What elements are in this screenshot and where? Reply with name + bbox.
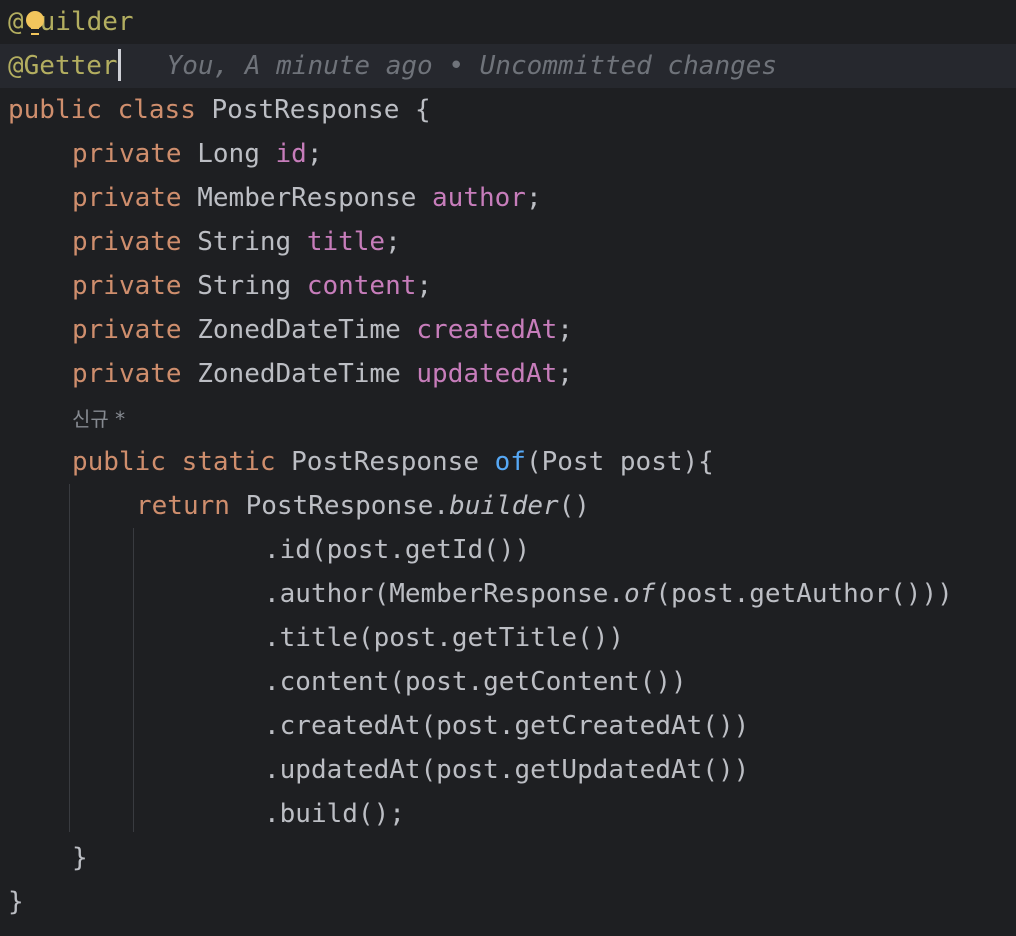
code-line-chain-id[interactable]: .id(post.getId()) <box>0 528 1016 572</box>
field-type: MemberResponse <box>181 183 433 213</box>
field-name: content <box>306 271 417 301</box>
code-line-method-close[interactable]: } <box>0 836 1016 880</box>
code-line-chain-createdat[interactable]: .createdAt(post.getCreatedAt()) <box>0 704 1016 748</box>
code-line-annotation-builder[interactable]: @ uilder <box>0 0 1016 44</box>
code-vision-hint[interactable]: 신규 * <box>0 396 1016 440</box>
semicolon: ; <box>416 271 433 301</box>
class-name: PostResponse { <box>195 95 431 125</box>
annotation-getter: @Getter <box>8 51 118 81</box>
code-line-field[interactable]: private MemberResponse author; <box>0 176 1016 220</box>
lightbulb-icon[interactable] <box>26 11 44 35</box>
code-line-field[interactable]: private String content; <box>0 264 1016 308</box>
keyword-class: class <box>117 95 196 125</box>
field-type: Long <box>181 139 276 169</box>
semicolon: ; <box>385 227 401 257</box>
chain-call: .createdAt(post.getCreatedAt()) <box>264 711 750 741</box>
return-target: PostResponse. <box>229 491 450 521</box>
keyword-return: return <box>136 491 230 521</box>
builder-call: builder <box>449 491 559 521</box>
keyword-public: public <box>8 95 102 125</box>
code-line-class-declaration[interactable]: public class PostResponse { <box>0 88 1016 132</box>
chain-call: .build(); <box>264 799 405 829</box>
keyword-public: public <box>72 447 166 477</box>
chain-call: .id(post.getId()) <box>264 535 531 565</box>
chain-call-args: (post.getAuthor())) <box>655 579 953 609</box>
code-line-chain-updatedat[interactable]: .updatedAt(post.getUpdatedAt()) <box>0 748 1016 792</box>
method-name: of <box>494 447 526 477</box>
annotation-builder: uilder <box>39 7 134 37</box>
code-line-field[interactable]: private Long id; <box>0 132 1016 176</box>
chain-call: .title(post.getTitle()) <box>264 623 625 653</box>
builder-parens: () <box>558 491 590 521</box>
field-modifier: private <box>72 359 182 389</box>
field-type: ZonedDateTime <box>181 315 417 345</box>
code-line-chain-title[interactable]: .title(post.getTitle()) <box>0 616 1016 660</box>
chain-call: .author(MemberResponse. <box>264 579 625 609</box>
field-name: title <box>306 227 386 257</box>
code-line-chain-author[interactable]: .author(MemberResponse.of(post.getAuthor… <box>0 572 1016 616</box>
field-type: String <box>181 227 307 257</box>
field-name: author <box>432 183 526 213</box>
text-caret <box>117 48 121 81</box>
static-call-of: of <box>624 579 656 609</box>
field-modifier: private <box>72 227 182 257</box>
field-modifier: private <box>72 315 182 345</box>
code-line-class-close[interactable]: } <box>0 880 1016 924</box>
field-modifier: private <box>72 139 182 169</box>
usage-hint-text: 신규 * <box>72 407 126 431</box>
semicolon: ; <box>557 315 573 345</box>
code-line-chain-build[interactable]: .build(); <box>0 792 1016 836</box>
field-name: id <box>275 139 307 169</box>
return-type: PostResponse <box>275 447 495 477</box>
field-modifier: private <box>72 183 182 213</box>
chain-call: .updatedAt(post.getUpdatedAt()) <box>264 755 750 785</box>
code-line-field[interactable]: private String title; <box>0 220 1016 264</box>
closing-brace: } <box>72 843 88 873</box>
git-blame-annotation: You, A minute ago • Uncommitted changes <box>166 51 778 81</box>
field-type: String <box>181 271 307 301</box>
code-line-chain-content[interactable]: .content(post.getContent()) <box>0 660 1016 704</box>
code-line-return[interactable]: return PostResponse.builder() <box>0 484 1016 528</box>
semicolon: ; <box>557 359 573 389</box>
code-line-method-signature[interactable]: public static PostResponse of(Post post)… <box>0 440 1016 484</box>
code-line-field[interactable]: private ZonedDateTime updatedAt; <box>0 352 1016 396</box>
chain-call: .content(post.getContent()) <box>264 667 687 697</box>
semicolon: ; <box>525 183 542 213</box>
keyword-static: static <box>181 447 276 477</box>
field-modifier: private <box>72 271 182 301</box>
annotation-at: @ <box>8 7 24 37</box>
code-editor[interactable]: @ uilder @Getter You, A minute ago • Uncom… <box>0 0 1016 936</box>
code-line-field[interactable]: private ZonedDateTime createdAt; <box>0 308 1016 352</box>
semicolon: ; <box>306 139 323 169</box>
field-name: updatedAt <box>416 359 558 389</box>
code-line-annotation-getter[interactable]: @Getter You, A minute ago • Uncommitted c… <box>0 44 1016 88</box>
field-type: ZonedDateTime <box>181 359 417 389</box>
field-name: createdAt <box>416 315 558 345</box>
closing-brace: } <box>8 887 24 917</box>
method-params: (Post post){ <box>525 447 714 477</box>
